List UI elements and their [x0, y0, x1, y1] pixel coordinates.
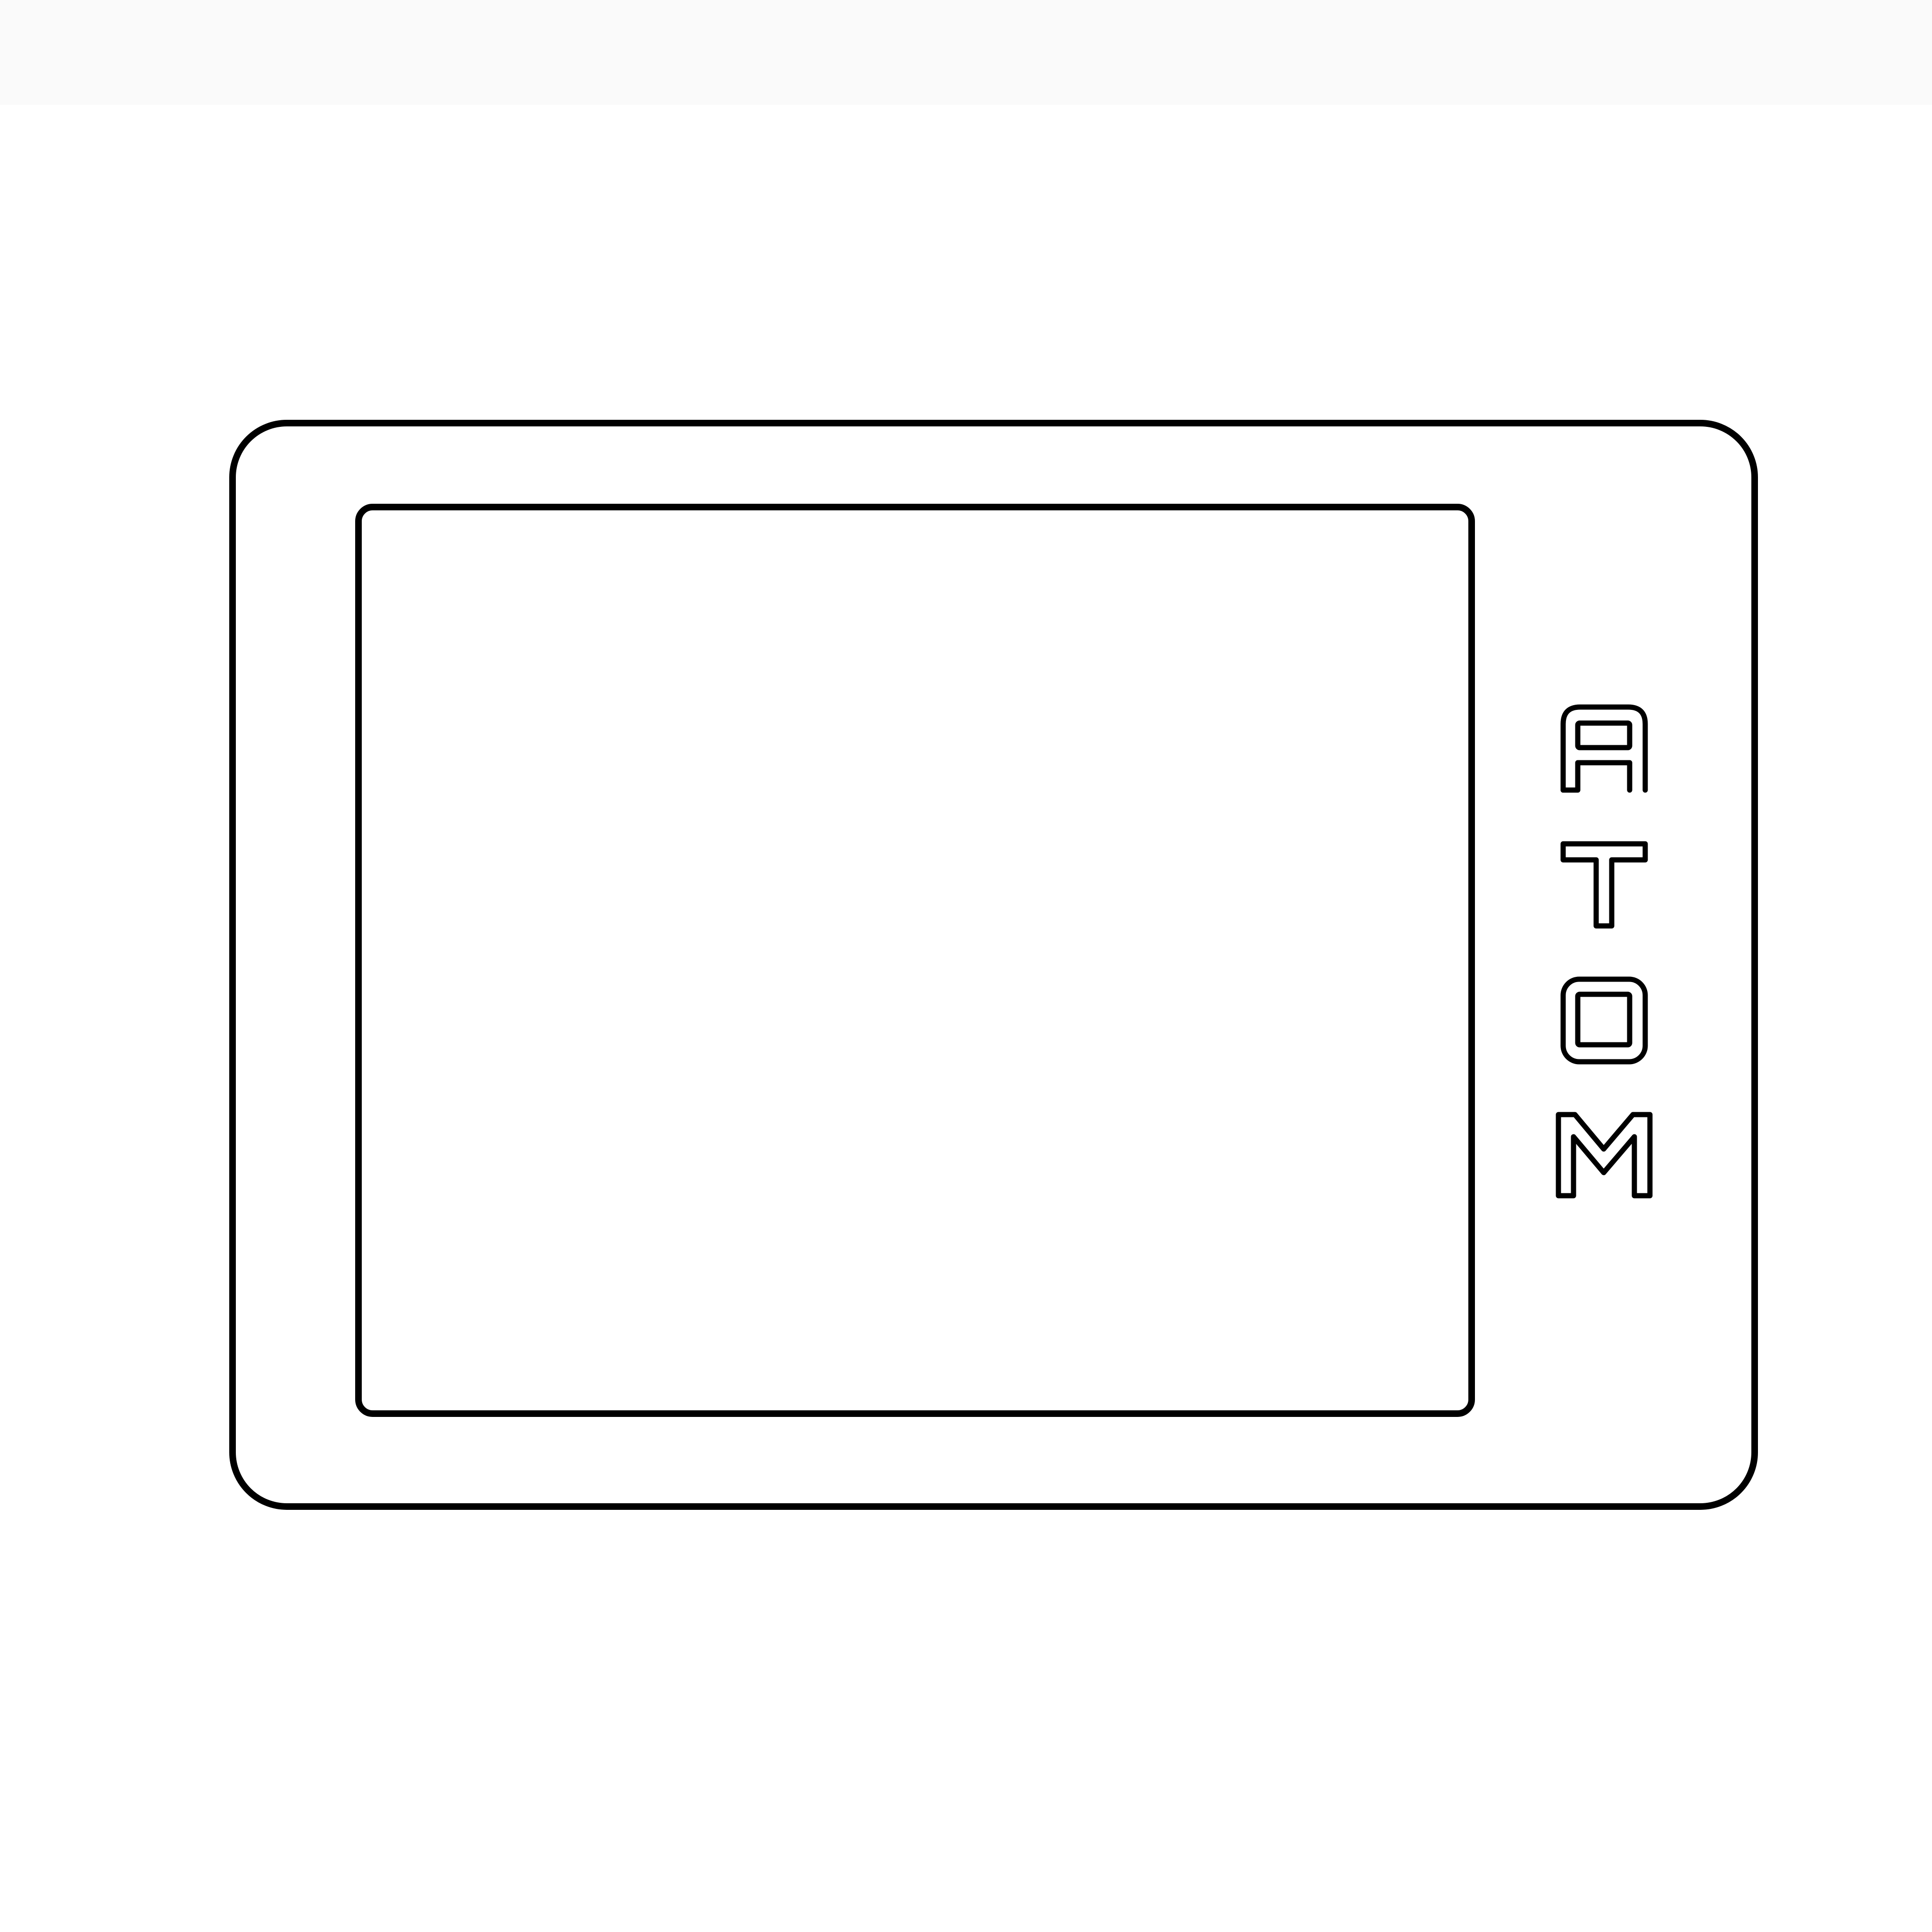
logo-letter-o	[1560, 976, 1648, 1065]
brand-logo	[1556, 704, 1653, 1199]
logo-letter-m	[1556, 1112, 1653, 1199]
device-body	[229, 420, 1758, 1510]
logo-letter-t	[1560, 841, 1648, 929]
device-screen	[355, 504, 1475, 1417]
logo-letter-a	[1560, 704, 1648, 793]
device-outline-drawing	[229, 420, 1758, 1510]
